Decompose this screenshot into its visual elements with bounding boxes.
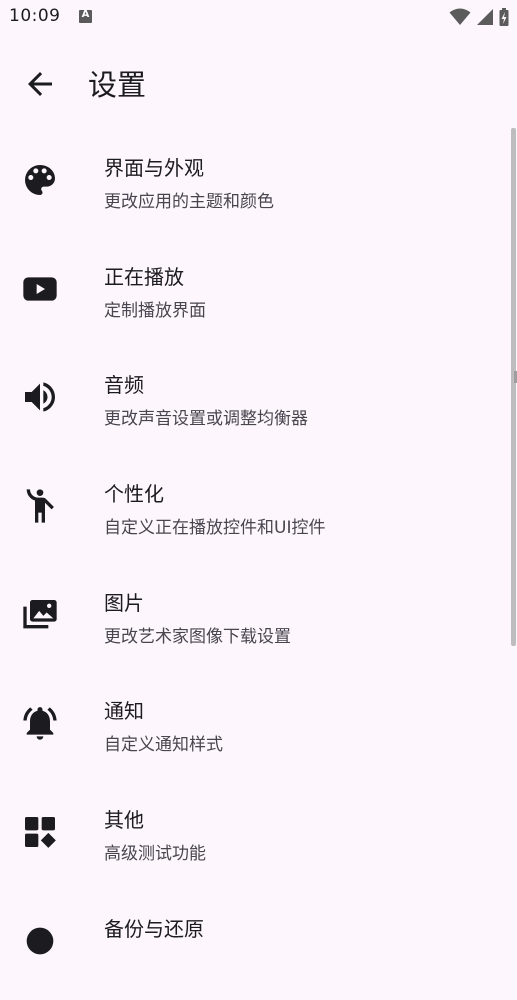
settings-item-backup[interactable]: 备份与还原 (0, 891, 510, 1000)
item-title: 界面与外观 (104, 156, 204, 180)
bell-icon (23, 707, 57, 741)
play-icon (23, 277, 57, 301)
scrollbar[interactable] (511, 128, 516, 646)
backup-icon (26, 927, 54, 955)
cellular-icon (477, 9, 493, 25)
settings-item-now-playing[interactable]: 正在播放 定制播放界面 (0, 239, 510, 348)
settings-item-personalize[interactable]: 个性化 自定义正在播放控件和UI控件 (0, 456, 510, 565)
page-title: 设置 (88, 68, 147, 102)
settings-item-notifications[interactable]: 通知 自定义通知样式 (0, 673, 510, 782)
settings-item-appearance[interactable]: 界面与外观 更改应用的主题和颜色 (0, 130, 510, 239)
item-subtitle: 自定义通知样式 (104, 735, 223, 756)
item-title: 备份与还原 (104, 916, 204, 941)
top-app-bar: 设置 (0, 36, 517, 126)
wifi-icon (449, 8, 471, 25)
settings-list: 界面与外观 更改应用的主题和颜色 正在播放 定制播放界面 音频 更改声音设置或调… (0, 130, 510, 1000)
app-notification-icon: A (79, 9, 92, 23)
item-title: 音频 (104, 373, 144, 398)
settings-item-images[interactable]: 图片 更改艺术家图像下载设置 (0, 565, 510, 674)
image-icon (23, 599, 57, 629)
item-subtitle: 定制播放界面 (104, 300, 206, 321)
item-subtitle: 更改声音设置或调整均衡器 (104, 409, 308, 430)
item-title: 通知 (104, 699, 144, 724)
volume-icon (25, 382, 55, 412)
status-time: 10:09 (9, 6, 61, 26)
back-arrow-icon[interactable] (22, 66, 58, 102)
notification-letter: A (81, 9, 90, 20)
item-subtitle: 更改应用的主题和颜色 (104, 192, 274, 212)
item-title: 正在播放 (104, 264, 184, 289)
item-subtitle: 高级测试功能 (104, 844, 206, 865)
accessibility-icon (26, 489, 54, 523)
item-title: 其他 (104, 808, 144, 833)
item-subtitle: 自定义正在播放控件和UI控件 (104, 518, 326, 539)
battery-charging-icon (499, 8, 509, 26)
palette-icon (25, 165, 55, 195)
widgets-icon (25, 817, 56, 848)
item-title: 个性化 (104, 482, 164, 507)
item-subtitle: 更改艺术家图像下载设置 (104, 626, 291, 647)
settings-item-other[interactable]: 其他 高级测试功能 (0, 782, 510, 891)
status-indicators (449, 8, 509, 26)
status-bar: 10:09 A (0, 0, 517, 36)
item-title: 图片 (104, 590, 144, 615)
settings-item-audio[interactable]: 音频 更改声音设置或调整均衡器 (0, 347, 510, 456)
